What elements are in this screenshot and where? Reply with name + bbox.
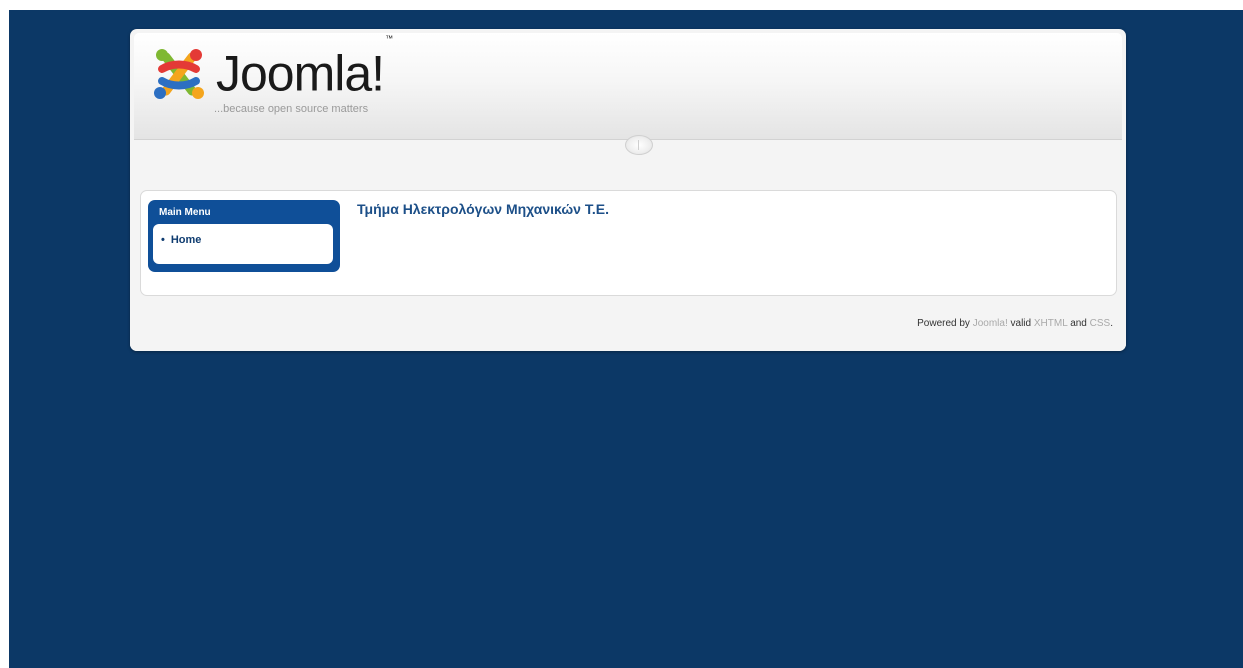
menu-item-home[interactable]: • Home — [161, 234, 201, 246]
css-link[interactable]: CSS — [1090, 318, 1111, 329]
footer-prefix: Powered by — [917, 318, 970, 329]
footer-and-text: and — [1070, 318, 1087, 329]
joomla-logo-icon[interactable] — [148, 43, 210, 105]
xhtml-link[interactable]: XHTML — [1034, 318, 1068, 329]
logo-wordmark-text: Joomla! — [216, 45, 385, 102]
content-area: Main Menu • Home Τμήμα Ηλεκτρολόγων Μηχαν… — [140, 190, 1117, 296]
footer-credits: Powered by Joomla! valid XHTML and CSS. — [917, 318, 1113, 329]
footer-and: and — [1067, 318, 1089, 329]
logo-wordmark[interactable]: Joomla!™ — [216, 34, 393, 104]
menu-list: • Home — [153, 224, 333, 264]
site-wrapper: Joomla!™ ...because open source matters … — [130, 29, 1126, 351]
menu-item-label: Home — [170, 234, 202, 246]
page-title: Τμήμα Ηλεκτρολόγων Μηχανικών Τ.Ε. — [357, 201, 609, 217]
joomla-link[interactable]: Joomla! — [973, 318, 1008, 329]
footer-middle: valid — [1010, 318, 1032, 329]
footer-suffix: . — [1110, 318, 1113, 329]
bullet-icon: • — [161, 234, 165, 246]
trademark-symbol: ™ — [385, 34, 394, 43]
menu-title: Main Menu — [159, 207, 211, 218]
main-menu-module: Main Menu • Home — [148, 200, 340, 272]
divider-ornament — [625, 135, 653, 155]
site-tagline: ...because open source matters — [214, 103, 369, 115]
site-header: Joomla!™ ...because open source matters — [134, 33, 1122, 140]
site-footer: Powered by Joomla! valid XHTML and CSS. — [130, 307, 1126, 351]
